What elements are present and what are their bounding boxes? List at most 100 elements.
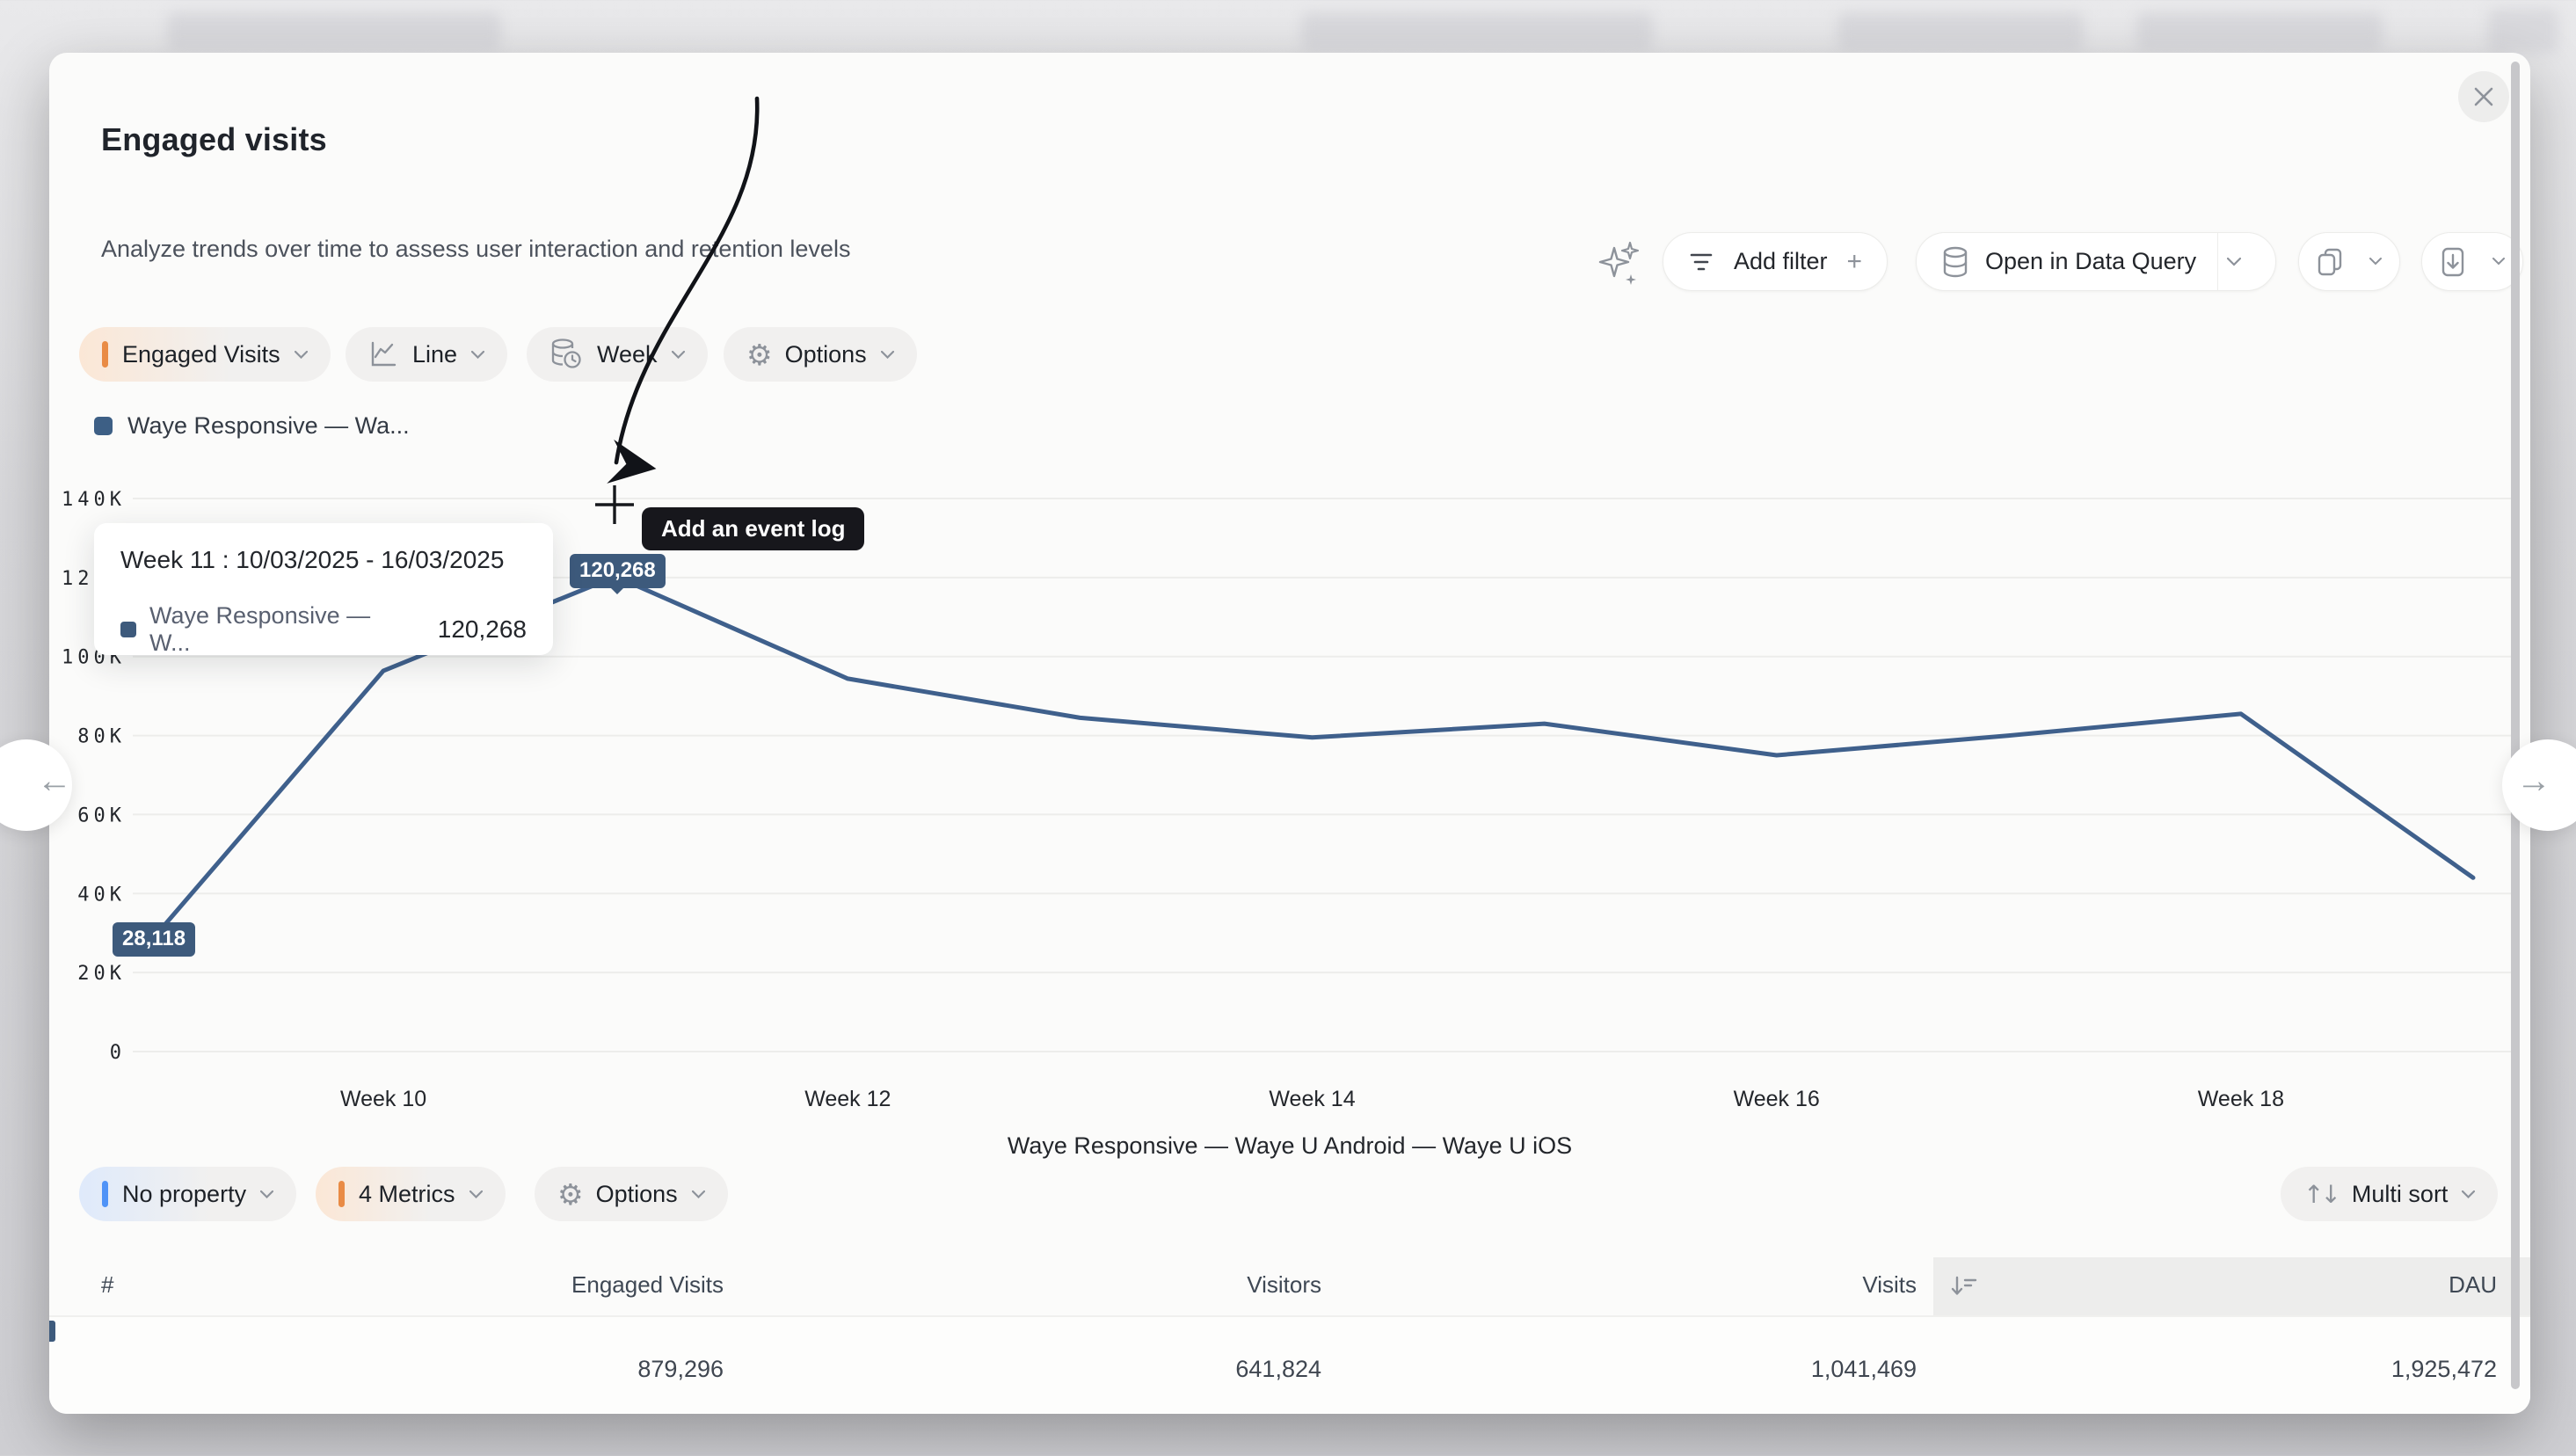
chevron-down-icon	[692, 1190, 705, 1198]
row-series-indicator	[49, 1321, 55, 1342]
property-selector[interactable]: No property	[79, 1167, 296, 1221]
cell-engaged-visits: 879,296	[637, 1356, 724, 1383]
y-axis-label: 40K	[77, 884, 126, 906]
chevron-down-icon	[2462, 1190, 2475, 1198]
y-axis-label: 0	[110, 1042, 126, 1064]
close-icon	[2472, 85, 2495, 108]
table-options-selector[interactable]: ⚙ Options	[535, 1167, 728, 1221]
chevron-right-icon[interactable]: →	[2516, 761, 2551, 801]
chart-type-selector[interactable]: Line	[346, 327, 507, 382]
engaged-visits-modal: Engaged visits Analyze trends over time …	[49, 53, 2530, 1414]
toolbar: Add filter + Open in Data Query	[49, 232, 2530, 291]
y-axis-label: 60K	[77, 804, 126, 826]
tooltip-series-swatch	[120, 622, 136, 637]
table-controls: No property 4 Metrics ⚙ Options ↑↓ Multi…	[49, 1167, 2530, 1221]
x-axis-label: Week 18	[2198, 1087, 2284, 1112]
tooltip-title: Week 11 : 10/03/2025 - 16/03/2025	[120, 546, 527, 574]
column-header-index[interactable]: #	[101, 1271, 113, 1299]
column-header-dau[interactable]: DAU	[2449, 1271, 2497, 1299]
sort-arrows-icon: ↑↓	[2303, 1180, 2338, 1209]
tooltip-series-label: Waye Responsive — W...	[149, 602, 411, 657]
database-icon	[1941, 246, 1969, 278]
add-event-crosshair-icon[interactable]	[593, 484, 636, 526]
copy-icon	[2317, 247, 2343, 277]
data-point-badge-peak: 120,268	[570, 554, 666, 588]
granularity-label: Week	[597, 341, 658, 368]
line-chart-icon	[368, 339, 398, 369]
table-row[interactable]: 879,296 641,824 1,041,469 1,925,472	[49, 1315, 2530, 1414]
add-filter-button[interactable]: Add filter +	[1663, 232, 1888, 291]
background-blob	[2136, 12, 2383, 49]
legend-label: Waye Responsive — Wa...	[127, 412, 410, 440]
column-header-visits[interactable]: Visits	[1862, 1271, 1917, 1299]
close-button[interactable]	[2458, 71, 2509, 122]
metric-label: Engaged Visits	[122, 341, 280, 368]
column-header-visitors[interactable]: Visitors	[1247, 1271, 1321, 1299]
metric-selector[interactable]: Engaged Visits	[79, 327, 331, 382]
chevron-down-icon	[260, 1190, 273, 1198]
scrollbar-thumb[interactable]	[2511, 62, 2520, 1389]
metric-accent-bar	[102, 341, 108, 368]
page-title: Engaged visits	[101, 121, 327, 158]
gear-icon: ⚙	[746, 338, 773, 372]
cell-visitors: 641,824	[1235, 1356, 1321, 1383]
legend-swatch	[94, 417, 113, 435]
tooltip-series-value: 120,268	[438, 615, 527, 644]
x-axis-label: Week 10	[340, 1087, 426, 1112]
sorted-column-highlight	[1933, 1257, 2530, 1315]
property-accent-bar	[102, 1181, 108, 1207]
table-options-label: Options	[596, 1181, 678, 1208]
chevron-down-icon[interactable]	[2227, 258, 2241, 266]
chart-options-selector[interactable]: ⚙ Options	[724, 327, 917, 382]
open-in-data-query-label: Open in Data Query	[1985, 248, 2196, 275]
cell-visits: 1,041,469	[1811, 1356, 1917, 1383]
chevron-down-icon[interactable]	[2369, 258, 2382, 266]
modal-scrollbar[interactable]	[2511, 62, 2520, 1405]
chevron-left-icon[interactable]: ←	[37, 761, 72, 801]
y-axis-label: 20K	[77, 963, 126, 985]
duplicate-button[interactable]	[2298, 232, 2400, 291]
x-axis-label: Week 14	[1269, 1087, 1355, 1112]
add-event-log-tooltip: Add an event log	[642, 507, 864, 550]
y-axis-label: 140K	[62, 489, 126, 511]
background-blob	[167, 12, 501, 49]
property-label: No property	[122, 1181, 246, 1208]
chevron-down-icon	[471, 351, 484, 359]
download-icon	[2440, 247, 2466, 277]
legend-item[interactable]: Waye Responsive — Wa...	[94, 412, 410, 440]
multi-sort-button[interactable]: ↑↓ Multi sort	[2281, 1167, 2498, 1221]
background-blob	[1301, 12, 1653, 49]
export-button[interactable]	[2421, 232, 2523, 291]
divider	[2217, 232, 2218, 291]
granularity-selector[interactable]: Week	[527, 327, 708, 382]
chevron-down-icon[interactable]	[2492, 258, 2505, 266]
column-header-engaged-visits[interactable]: Engaged Visits	[571, 1271, 724, 1299]
filter-icon	[1688, 251, 1714, 273]
table-header-row: # Engaged Visits Visitors Visits DAU	[49, 1257, 2530, 1315]
chart-tooltip: Week 11 : 10/03/2025 - 16/03/2025 Waye R…	[94, 523, 553, 655]
metrics-label: 4 Metrics	[359, 1181, 455, 1208]
chevron-down-icon	[469, 1190, 483, 1198]
data-point-badge-start: 28,118	[113, 922, 195, 957]
sort-descending-icon[interactable]	[1950, 1275, 1978, 1298]
metrics-selector[interactable]: 4 Metrics	[316, 1167, 506, 1221]
sparkles-icon[interactable]	[1598, 239, 1641, 285]
time-database-icon	[549, 338, 583, 371]
chevron-down-icon	[295, 351, 308, 359]
add-filter-label: Add filter	[1734, 248, 1828, 275]
chart-options-label: Options	[785, 341, 867, 368]
plus-icon: +	[1846, 247, 1862, 277]
cell-dau: 1,925,472	[2391, 1356, 2497, 1383]
chart-type-label: Line	[412, 341, 457, 368]
open-in-data-query-button[interactable]: Open in Data Query	[1916, 232, 2276, 291]
chart-series-caption: Waye Responsive — Waye U Android — Waye …	[49, 1132, 2530, 1160]
metrics-accent-bar	[338, 1181, 345, 1207]
background-blob	[2488, 9, 2558, 53]
multi-sort-label: Multi sort	[2352, 1181, 2449, 1208]
chevron-down-icon	[672, 351, 685, 359]
background-blob	[1837, 12, 2084, 49]
x-axis-label: Week 12	[804, 1087, 891, 1112]
x-axis-label: Week 16	[1734, 1087, 1820, 1112]
gear-icon: ⚙	[557, 1177, 584, 1212]
y-axis-label: 80K	[77, 726, 126, 748]
